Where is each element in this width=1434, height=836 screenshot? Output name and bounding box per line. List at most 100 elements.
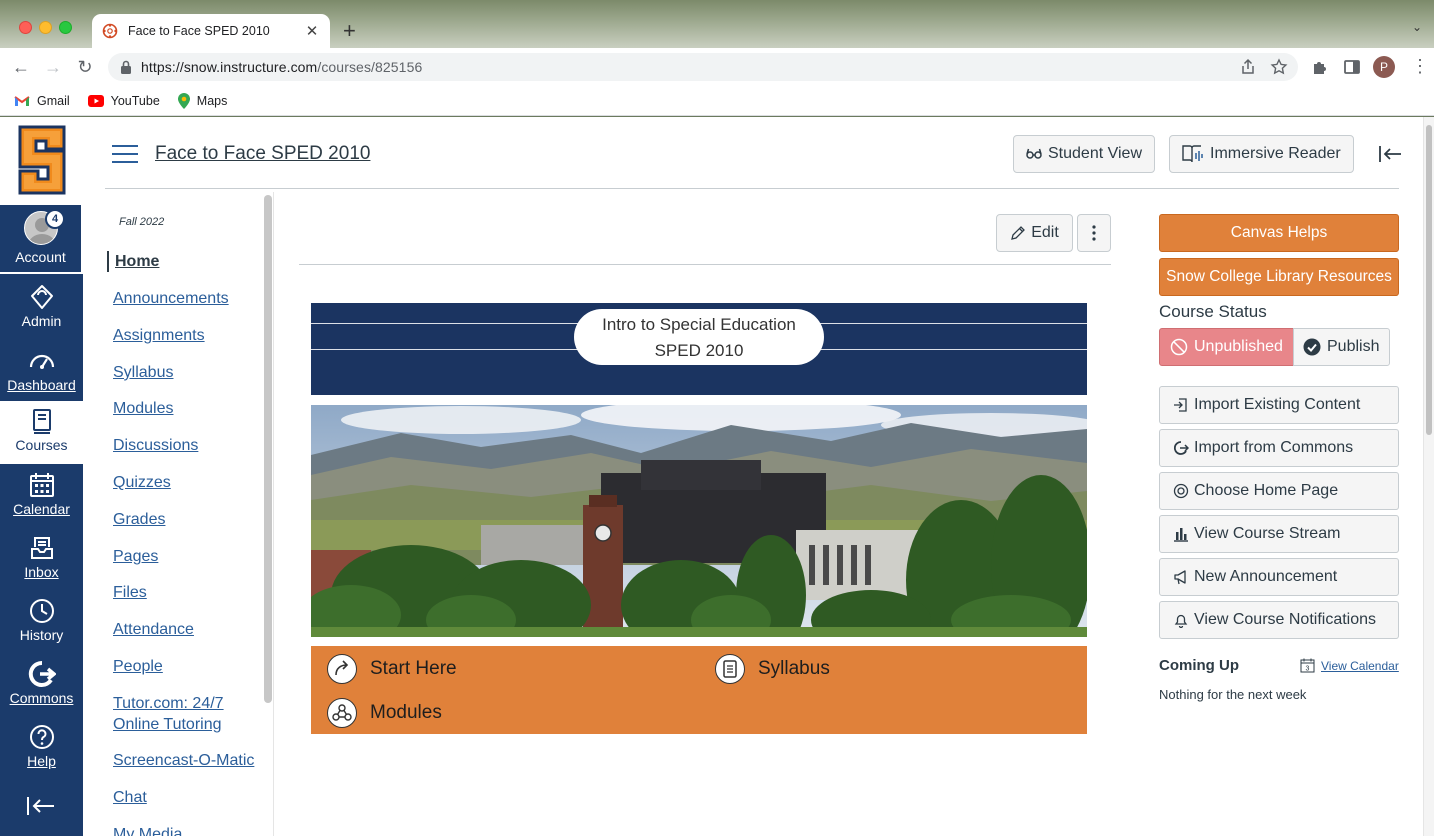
maps-pin-icon — [177, 92, 190, 109]
import-icon — [1174, 398, 1187, 412]
breadcrumb-course-title[interactable]: Face to Face SPED 2010 — [155, 143, 370, 165]
tab-title: Face to Face SPED 2010 — [128, 24, 270, 38]
choose-home-page-button[interactable]: Choose Home Page — [1159, 472, 1399, 510]
modules-quick-link[interactable]: Modules — [327, 698, 442, 728]
reload-icon[interactable]: ↻ — [74, 56, 96, 78]
bookmark-youtube[interactable]: YouTube — [87, 94, 160, 108]
new-announcement-button[interactable]: New Announcement — [1159, 558, 1399, 596]
url-path: /courses/825156 — [317, 59, 423, 75]
bookmark-maps[interactable]: Maps — [177, 92, 227, 109]
global-nav-admin[interactable]: Admin — [0, 277, 83, 340]
course-nav-files[interactable]: Files — [113, 582, 147, 603]
browser-tab[interactable]: Face to Face SPED 2010 ✕ — [92, 14, 330, 48]
tab-close-icon[interactable]: ✕ — [304, 22, 320, 40]
commons-icon — [1173, 441, 1189, 455]
global-nav-inbox[interactable]: Inbox — [0, 528, 83, 591]
course-nav-screencast[interactable]: Screencast-O-Matic — [113, 750, 254, 771]
canvas-helps-button[interactable]: Canvas Helps — [1159, 214, 1399, 252]
window-close-button[interactable] — [19, 21, 32, 34]
share-icon[interactable] — [1239, 58, 1257, 76]
course-nav-pages[interactable]: Pages — [113, 546, 158, 567]
publish-button[interactable]: Publish — [1293, 328, 1390, 366]
global-navigation: 4 Account Admin Dashboard Courses Calend… — [0, 117, 83, 836]
account-label: Account — [15, 249, 66, 265]
immersive-reader-icon — [1182, 145, 1203, 163]
start-here-link[interactable]: Start Here — [327, 654, 457, 684]
collapse-nav-icon[interactable] — [26, 795, 56, 817]
gmail-icon — [14, 95, 30, 106]
bookmarks-bar: Gmail YouTube Maps — [0, 86, 1434, 116]
import-from-commons-button[interactable]: Import from Commons — [1159, 429, 1399, 467]
unpublished-button[interactable]: Unpublished — [1159, 328, 1294, 366]
course-nav-announcements[interactable]: Announcements — [113, 288, 229, 309]
more-options-button[interactable] — [1077, 214, 1111, 252]
canvas-favicon-icon — [102, 23, 118, 39]
inbox-icon — [30, 537, 53, 559]
course-nav-syllabus[interactable]: Syllabus — [113, 362, 173, 383]
course-nav-home[interactable]: Home — [107, 251, 159, 272]
campus-image — [311, 405, 1087, 637]
course-nav-chat[interactable]: Chat — [113, 787, 147, 808]
course-nav-attendance[interactable]: Attendance — [113, 619, 194, 640]
edit-button[interactable]: Edit — [996, 214, 1073, 252]
notification-badge: 4 — [45, 209, 65, 229]
browser-tab-bar: Face to Face SPED 2010 ✕ + ⌄ — [0, 0, 1434, 48]
profile-avatar[interactable]: P — [1373, 56, 1395, 78]
window-minimize-button[interactable] — [39, 21, 52, 34]
back-arrow-icon[interactable]: ← — [10, 56, 32, 78]
course-navigation: Fall 2022 Home Announcements Assignments… — [105, 192, 261, 836]
course-nav-assignments[interactable]: Assignments — [113, 325, 205, 346]
global-nav-account[interactable]: 4 Account — [0, 203, 83, 274]
tab-search-chevron-icon[interactable]: ⌄ — [1412, 20, 1422, 34]
immersive-reader-button[interactable]: Immersive Reader — [1169, 135, 1354, 173]
syllabus-document-icon — [715, 654, 745, 684]
course-status-label: Course Status — [1159, 302, 1267, 321]
collapse-sidebar-icon[interactable] — [1378, 145, 1402, 163]
coming-up-empty-message: Nothing for the next week — [1159, 687, 1307, 702]
bar-chart-icon — [1174, 528, 1188, 542]
publish-check-icon — [1303, 338, 1321, 356]
vertical-ellipsis-icon — [1092, 225, 1096, 241]
global-nav-dashboard[interactable]: Dashboard — [0, 341, 83, 404]
address-bar[interactable]: https://snow.instructure.com/courses/825… — [108, 53, 1298, 81]
course-banner-title: Intro to Special Education SPED 2010 — [574, 309, 824, 365]
forward-arrow-icon[interactable]: → — [42, 56, 64, 78]
view-course-stream-button[interactable]: View Course Stream — [1159, 515, 1399, 553]
admin-shield-icon — [30, 285, 53, 309]
course-banner: Intro to Special Education SPED 2010 — [311, 303, 1087, 395]
view-calendar-link[interactable]: 3 View Calendar — [1300, 658, 1399, 673]
course-nav-tutor[interactable]: Tutor.com: 24/7 Online Tutoring — [113, 693, 233, 735]
megaphone-icon — [1174, 570, 1186, 585]
extensions-puzzle-icon[interactable] — [1311, 58, 1329, 76]
commons-arrow-icon — [28, 660, 56, 687]
bookmark-star-icon[interactable] — [1270, 58, 1288, 76]
course-nav-my-media[interactable]: My Media — [113, 824, 182, 836]
new-tab-button[interactable]: + — [343, 19, 356, 43]
global-nav-calendar[interactable]: Calendar — [0, 465, 83, 528]
syllabus-quick-link[interactable]: Syllabus — [715, 654, 830, 684]
global-nav-commons[interactable]: Commons — [0, 654, 83, 717]
side-panel-icon[interactable] — [1343, 58, 1361, 76]
import-existing-content-button[interactable]: Import Existing Content — [1159, 386, 1399, 424]
course-nav-scrollbar[interactable] — [264, 195, 272, 703]
window-zoom-button[interactable] — [59, 21, 72, 34]
bookmark-gmail[interactable]: Gmail — [14, 94, 70, 108]
course-nav-modules[interactable]: Modules — [113, 398, 173, 419]
course-nav-discussions[interactable]: Discussions — [113, 435, 198, 456]
browser-menu-icon[interactable]: ⋮ — [1411, 55, 1429, 77]
global-nav-courses[interactable]: Courses — [0, 401, 83, 464]
global-nav-help[interactable]: Help — [0, 717, 83, 780]
snow-college-s-logo-icon — [18, 125, 65, 195]
course-nav-quizzes[interactable]: Quizzes — [113, 472, 171, 493]
snow-college-logo[interactable] — [0, 117, 83, 203]
course-nav-people[interactable]: People — [113, 656, 163, 677]
content-divider — [299, 264, 1111, 265]
hamburger-menu-icon[interactable] — [112, 145, 138, 163]
page-scrollbar[interactable] — [1423, 117, 1434, 836]
global-nav-history[interactable]: History — [0, 591, 83, 654]
course-nav-grades[interactable]: Grades — [113, 509, 165, 530]
student-view-button[interactable]: Student View — [1013, 135, 1155, 173]
view-course-notifications-button[interactable]: View Course Notifications — [1159, 601, 1399, 639]
lock-icon — [121, 60, 131, 74]
library-resources-button[interactable]: Snow College Library Resources — [1159, 258, 1399, 296]
